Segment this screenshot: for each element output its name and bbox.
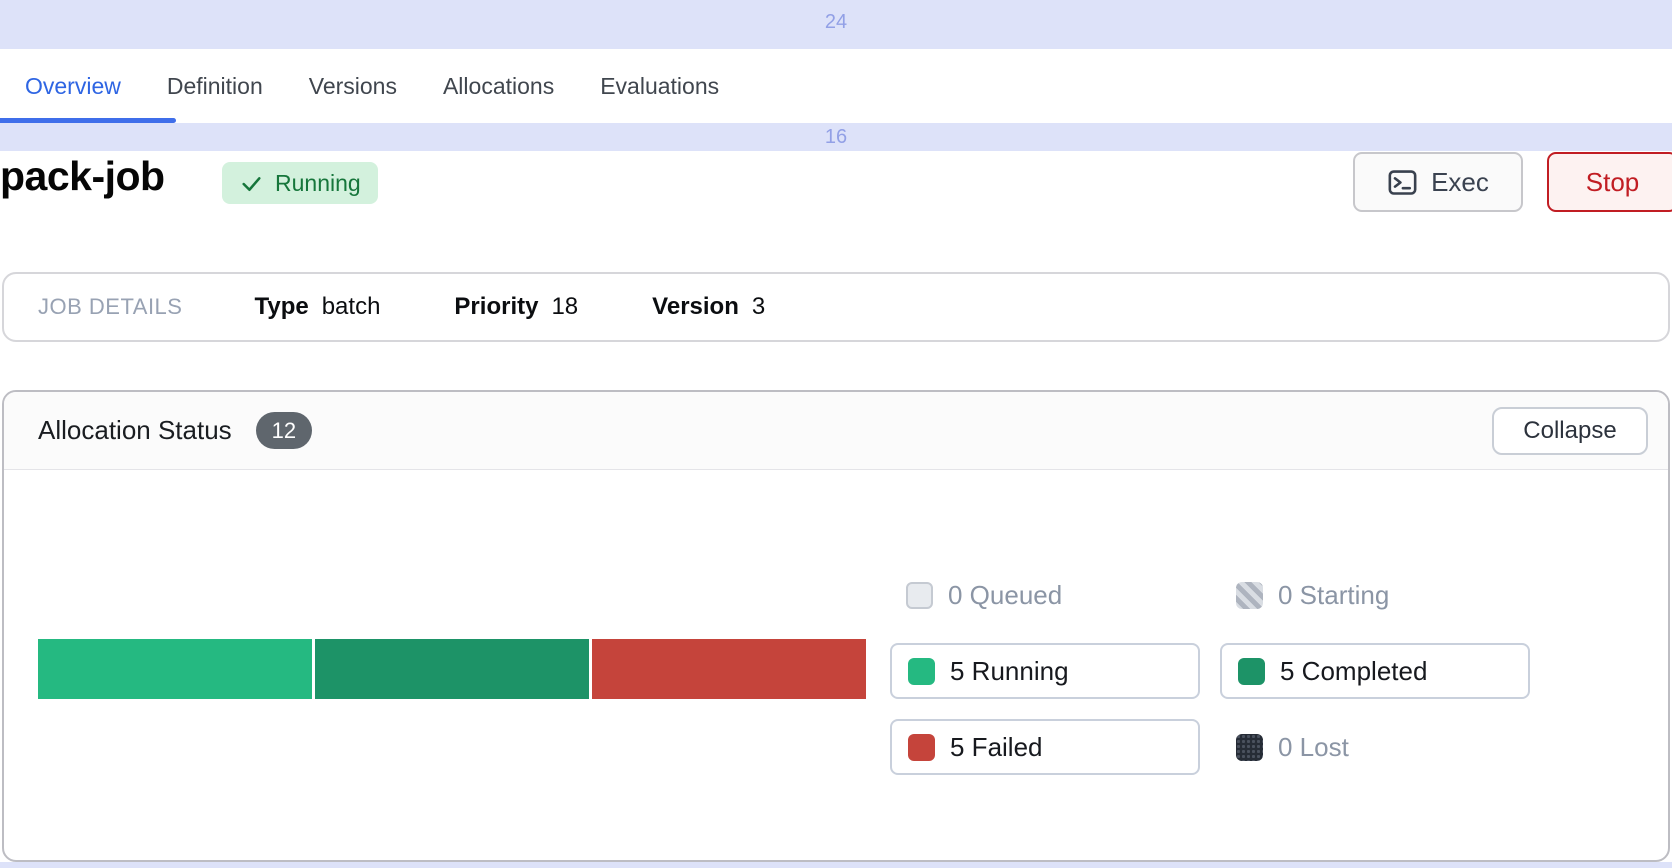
spacer-middle: 16 bbox=[0, 123, 1672, 151]
collapse-button[interactable]: Collapse bbox=[1492, 407, 1648, 455]
job-detail-version-value: 3 bbox=[752, 293, 765, 321]
job-detail-priority-value: 18 bbox=[551, 293, 578, 321]
exec-button-label: Exec bbox=[1431, 167, 1489, 198]
running-swatch-icon bbox=[908, 658, 935, 685]
allocation-bar[interactable] bbox=[38, 639, 866, 699]
allocation-status-body: 0 Queued 0 Starting 5 Running 5 Complete… bbox=[4, 471, 1668, 864]
legend-item-running-label: 5 Running bbox=[950, 656, 1069, 687]
starting-swatch-icon bbox=[1236, 582, 1263, 609]
legend-item-failed[interactable]: 5 Failed bbox=[890, 719, 1200, 775]
stop-button[interactable]: Stop bbox=[1547, 152, 1672, 212]
job-detail-type-value: batch bbox=[322, 293, 381, 321]
title-row: pack-job Running Exec Stop bbox=[0, 151, 1672, 215]
bar-segment-running[interactable] bbox=[38, 639, 312, 699]
page-title: pack-job bbox=[0, 153, 165, 200]
allocation-status-card: Allocation Status 12 Collapse 0 Queued 0… bbox=[2, 390, 1670, 862]
status-badge: Running bbox=[222, 162, 378, 204]
job-details-card: JOB DETAILS Type batch Priority 18 Versi… bbox=[2, 272, 1670, 342]
job-detail-type-label: Type bbox=[254, 293, 308, 321]
legend-item-queued-label: 0 Queued bbox=[948, 580, 1062, 611]
spacer-top: 24 bbox=[0, 0, 1672, 49]
job-detail-priority-label: Priority bbox=[454, 293, 538, 321]
tab-allocations[interactable]: Allocations bbox=[443, 73, 554, 100]
check-icon bbox=[239, 171, 264, 196]
legend-item-failed-label: 5 Failed bbox=[950, 732, 1043, 763]
tab-versions[interactable]: Versions bbox=[309, 73, 397, 100]
legend-item-completed[interactable]: 5 Completed bbox=[1220, 643, 1530, 699]
tab-overview[interactable]: Overview bbox=[25, 73, 121, 100]
failed-swatch-icon bbox=[908, 734, 935, 761]
job-detail-priority: Priority 18 bbox=[454, 293, 578, 321]
legend-item-starting-label: 0 Starting bbox=[1278, 580, 1389, 611]
queued-swatch-icon bbox=[906, 582, 933, 609]
legend-item-completed-label: 5 Completed bbox=[1280, 656, 1427, 687]
lost-swatch-icon bbox=[1236, 734, 1263, 761]
bar-segment-completed[interactable] bbox=[315, 639, 589, 699]
job-overview-page: 24 Overview Definition Versions Allocati… bbox=[0, 0, 1672, 868]
legend-item-running[interactable]: 5 Running bbox=[890, 643, 1200, 699]
legend-item-lost: 0 Lost bbox=[1220, 719, 1530, 775]
tab-definition[interactable]: Definition bbox=[167, 73, 263, 100]
tab-bar: Overview Definition Versions Allocations… bbox=[0, 49, 1672, 123]
allocation-status-title: Allocation Status bbox=[38, 415, 232, 446]
legend-item-queued: 0 Queued bbox=[890, 567, 1200, 623]
exec-button[interactable]: Exec bbox=[1353, 152, 1523, 212]
bar-segment-failed[interactable] bbox=[592, 639, 866, 699]
legend-item-lost-label: 0 Lost bbox=[1278, 732, 1349, 763]
allocation-status-header: Allocation Status 12 Collapse bbox=[4, 392, 1668, 470]
allocation-count-badge: 12 bbox=[256, 412, 312, 449]
tab-evaluations[interactable]: Evaluations bbox=[600, 73, 719, 100]
job-detail-type: Type batch bbox=[254, 293, 380, 321]
spacer-bottom bbox=[0, 862, 1672, 868]
completed-swatch-icon bbox=[1238, 658, 1265, 685]
legend-item-starting: 0 Starting bbox=[1220, 567, 1530, 623]
job-detail-version: Version 3 bbox=[652, 293, 765, 321]
status-badge-label: Running bbox=[275, 170, 361, 197]
terminal-icon bbox=[1387, 167, 1418, 198]
job-details-section-label: JOB DETAILS bbox=[38, 294, 182, 320]
stop-button-label: Stop bbox=[1586, 167, 1640, 198]
job-detail-version-label: Version bbox=[652, 293, 739, 321]
